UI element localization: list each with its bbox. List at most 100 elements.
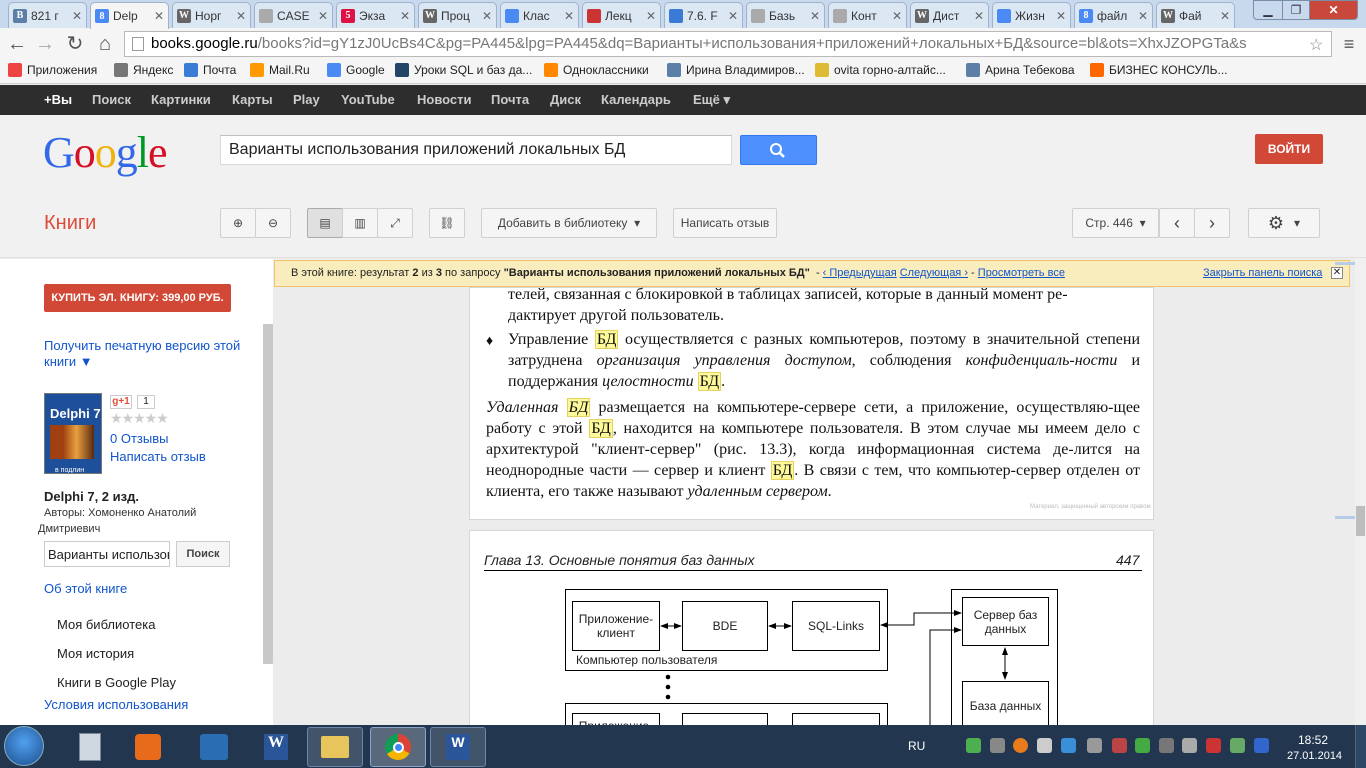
close-tab-icon[interactable]: ✕ [646,9,656,23]
link-button[interactable]: ⛓ [429,208,465,238]
close-tab-icon[interactable]: ✕ [318,9,328,23]
book-cover[interactable]: Delphi 7 в подлин [44,393,102,474]
tray-icon[interactable] [1135,738,1150,753]
author-link-2[interactable]: Дмитриевич [38,523,100,535]
plus-one-button[interactable]: g+1 [110,395,132,409]
prev-page-button[interactable]: ‹ [1159,208,1195,238]
close-search-panel-link[interactable]: Закрыть панель поиска [1203,267,1322,279]
write-review-button[interactable]: Написать отзыв [673,208,777,238]
browser-tab[interactable]: W Дист ✕ [910,2,989,28]
page-select[interactable]: Стр. 446 ▾ [1072,208,1159,238]
book-search-input[interactable]: Варианты использов [44,541,170,567]
about-book-link[interactable]: Об этой книге [44,581,127,596]
bookmark-item[interactable]: Уроки SQL и баз да... [395,63,532,77]
minimize-button[interactable]: ▁ [1253,0,1283,20]
view-all-link[interactable]: Просмотреть все [978,267,1065,279]
browser-tab[interactable]: W Норг ✕ [172,2,251,28]
browser-tab[interactable]: 8 Delp ✕ [90,2,169,29]
tray-icon[interactable] [990,738,1005,753]
forward-button[interactable]: → [34,33,56,55]
write-review-link[interactable]: Написать отзыв [110,449,206,464]
terms-link[interactable]: Условия использования [44,697,188,712]
google-bar-link[interactable]: Картинки [151,92,211,107]
tray-icon[interactable] [1037,738,1052,753]
zoom-in-button[interactable]: ⊕ [220,208,256,238]
show-desktop-button[interactable] [1355,725,1366,768]
google-logo[interactable]: Google [43,127,168,178]
bookmark-item[interactable]: БИЗНЕС КОНСУЛЬ... [1090,63,1228,77]
fullscreen-button[interactable]: ⤢ [377,208,413,238]
volume-icon[interactable] [1182,738,1197,753]
books-title[interactable]: Книги [44,212,96,235]
settings-button[interactable]: ⚙ ▾ [1248,208,1320,238]
tray-icon[interactable] [1061,738,1076,753]
my-history-link[interactable]: Моя история [57,646,134,661]
reviews-link[interactable]: 0 Отзывы [110,431,168,446]
close-tab-icon[interactable]: ✕ [892,9,902,23]
browser-tab[interactable]: W Фай ✕ [1156,2,1235,28]
buy-ebook-button[interactable]: КУПИТЬ ЭЛ. КНИГУ: 399,00 РУБ. [44,284,231,312]
reload-button[interactable]: ↻ [64,33,86,55]
prev-result-link[interactable]: ‹ Предыдущая [823,267,897,279]
browser-tab[interactable]: CASE ✕ [254,2,333,28]
chrome-taskbar-icon[interactable] [370,727,426,767]
browser-tab[interactable]: B 821 г ✕ [8,2,87,28]
address-bar[interactable]: books.google.ru/books?id=gY1zJ0UcBs4C&pg… [124,31,1332,57]
close-tab-icon[interactable]: ✕ [482,9,492,23]
google-bar-link[interactable]: +Вы [44,92,72,107]
word-taskbar-icon[interactable]: W [248,727,304,767]
bookmark-item[interactable]: Google [327,63,385,77]
word-document-taskbar-icon[interactable]: W [430,727,486,767]
back-button[interactable]: ← [6,33,28,55]
scrollbar-thumb[interactable] [1356,506,1365,536]
home-button[interactable]: ⌂ [94,33,116,55]
google-bar-link[interactable]: Play [293,92,320,107]
single-page-view-button[interactable]: ▤ [307,208,343,238]
next-page-button[interactable]: › [1194,208,1230,238]
close-tab-icon[interactable]: ✕ [72,9,82,23]
menu-icon[interactable]: ≡ [1338,33,1360,55]
browser-tab[interactable]: 7.6. F ✕ [664,2,743,28]
browser-tab[interactable]: Жизн ✕ [992,2,1071,28]
language-indicator[interactable]: RU [908,739,925,753]
start-button[interactable] [4,726,44,766]
bookmark-item[interactable]: ovita горно-алтайс... [815,63,946,77]
signal-icon[interactable] [1230,738,1245,753]
zoom-out-button[interactable]: ⊖ [255,208,291,238]
tray-icon[interactable] [1013,738,1028,753]
google-bar-link[interactable]: Почта [491,92,529,107]
main-scrollbar[interactable] [1335,258,1366,725]
print-version-link[interactable]: Получить печатную версию этой книги ▼ [44,338,254,370]
login-button[interactable]: ВОЙТИ [1255,134,1323,164]
google-bar-link[interactable]: Диск [550,92,581,107]
close-tab-icon[interactable]: ✕ [728,9,738,23]
google-play-books-link[interactable]: Книги в Google Play [57,675,176,690]
star-icon[interactable]: ☆ [1309,35,1323,55]
bookmark-item[interactable]: Одноклассники [544,63,649,77]
close-tab-icon[interactable]: ✕ [400,9,410,23]
explorer-taskbar-icon[interactable] [307,727,363,767]
bookmark-item[interactable]: Яндекс [114,63,173,77]
browser-tab[interactable]: Базь ✕ [746,2,825,28]
browser-tab[interactable]: 5 Экза ✕ [336,2,415,28]
calculator-taskbar-icon[interactable] [62,727,118,767]
maximize-button[interactable]: ❐ [1282,0,1310,20]
toolbox-taskbar-icon[interactable] [186,727,242,767]
search-input[interactable]: Варианты использования приложений локаль… [220,135,732,165]
my-library-link[interactable]: Моя библиотека [57,617,155,632]
search-button[interactable] [740,135,817,165]
google-bar-link[interactable]: Ещё ▾ [693,92,730,108]
close-tab-icon[interactable]: ✕ [1056,9,1066,23]
close-tab-icon[interactable]: ✕ [1138,9,1148,23]
close-tab-icon[interactable]: ✕ [810,9,820,23]
bookmark-item[interactable]: Ирина Владимиров... [667,63,805,77]
two-page-view-button[interactable]: ▥ [342,208,378,238]
close-tab-icon[interactable]: ✕ [1220,9,1230,23]
tray-icon[interactable] [1159,738,1174,753]
close-icon[interactable]: ✕ [1331,267,1343,279]
browser-tab[interactable]: W Проц ✕ [418,2,497,28]
bookmark-item[interactable]: Приложения [8,63,97,77]
clock-time[interactable]: 18:52 [1298,733,1328,747]
next-result-link[interactable]: Следующая › [900,267,968,279]
browser-tab[interactable]: 8 файл ✕ [1074,2,1153,28]
